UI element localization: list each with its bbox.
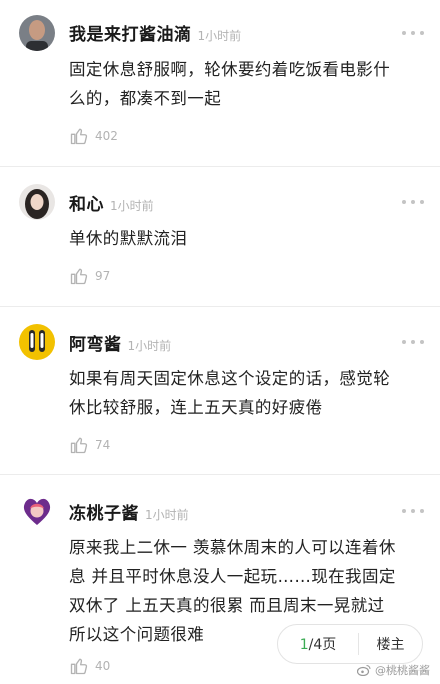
heart-girl-icon <box>19 493 55 529</box>
watermark-text: @桃桃酱酱 <box>375 664 430 677</box>
more-options-icon[interactable] <box>402 506 424 516</box>
comment-time: 1小时前 <box>110 199 154 213</box>
avatar[interactable] <box>19 493 55 529</box>
total-pages: /4页 <box>308 637 337 653</box>
like-button[interactable]: 40 <box>69 655 110 677</box>
avatar[interactable] <box>19 15 55 51</box>
more-options-icon[interactable] <box>402 337 424 347</box>
comment-text: 单休的默默流泪 <box>69 224 429 253</box>
weibo-logo-icon <box>357 665 371 676</box>
watermark: @桃桃酱酱 <box>357 662 430 678</box>
avatar[interactable] <box>19 324 55 360</box>
divider <box>0 306 440 307</box>
comment-time: 1小时前 <box>127 339 172 353</box>
comment-text-line: 么的，都凑不到一起 <box>69 89 222 108</box>
thumbs-up-icon <box>70 658 88 675</box>
thumbs-up-icon <box>70 437 88 454</box>
divider <box>0 166 440 167</box>
comment-time: 1小时前 <box>145 508 189 522</box>
comment-text-line: 单休的默默流泪 <box>69 229 188 248</box>
comment-author[interactable]: 我是来打酱油滴 1小时前 <box>69 20 241 45</box>
thumbs-up-icon <box>70 128 88 145</box>
comment-text-line: 双休了 上五天真的很累 而且周末一晃就过 <box>69 596 385 615</box>
like-button[interactable]: 402 <box>69 125 118 147</box>
more-options-icon[interactable] <box>402 28 424 38</box>
like-count: 402 <box>95 129 118 143</box>
comment-time: 1小时前 <box>197 29 242 43</box>
comment-author[interactable]: 阿弯酱 1小时前 <box>69 330 171 355</box>
divider <box>0 474 440 475</box>
author-name[interactable]: 冻桃子酱 <box>69 504 139 524</box>
avatar[interactable] <box>19 184 55 220</box>
like-count: 40 <box>95 659 111 673</box>
like-count: 74 <box>95 438 111 452</box>
thumbs-up-icon <box>70 268 88 285</box>
rabbit-ears-icon <box>19 324 55 360</box>
author-name[interactable]: 我是来打酱油滴 <box>69 25 192 45</box>
op-only-button[interactable]: 楼主 <box>359 634 422 654</box>
page-navigator: 1/4页 楼主 <box>277 624 423 664</box>
comment-text-line: 如果有周天固定休息这个设定的话，感觉轮 <box>69 369 391 388</box>
author-name[interactable]: 和心 <box>69 195 104 215</box>
comment-text-line: 原来我上二休一 羡慕休周末的人可以连着休 <box>69 538 396 557</box>
woman-portrait-icon <box>19 184 55 220</box>
more-options-icon[interactable] <box>402 197 424 207</box>
current-page: 1 <box>299 637 309 653</box>
like-count: 97 <box>95 269 111 283</box>
page-indicator[interactable]: 1/4页 <box>278 634 358 654</box>
comment-text: 固定休息舒服啊，轮休要约着吃饭看电影什 么的，都凑不到一起 <box>69 55 429 113</box>
comment-text: 如果有周天固定休息这个设定的话，感觉轮 休比较舒服，连上五天真的好疲倦 <box>69 364 429 422</box>
man-portrait-icon <box>19 15 55 51</box>
comment-author[interactable]: 冻桃子酱 1小时前 <box>69 499 189 524</box>
author-name[interactable]: 阿弯酱 <box>69 335 122 355</box>
comment-text-line: 固定休息舒服啊，轮休要约着吃饭看电影什 <box>69 60 391 79</box>
comment-author[interactable]: 和心 1小时前 <box>69 190 154 215</box>
comment-text-line: 休比较舒服，连上五天真的好疲倦 <box>69 398 323 417</box>
like-button[interactable]: 74 <box>69 434 110 456</box>
comment-text-line: 息 并且平时休息没人一起玩……现在我固定 <box>69 567 396 586</box>
like-button[interactable]: 97 <box>69 265 110 287</box>
